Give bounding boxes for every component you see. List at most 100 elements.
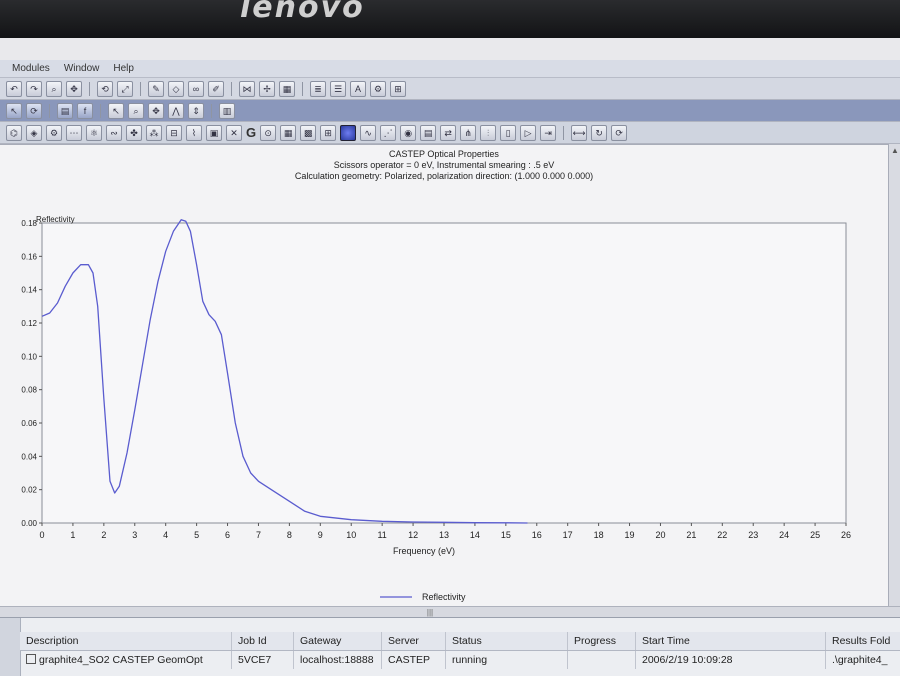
list-icon[interactable]: ≣ [310,80,326,97]
function-icon[interactable]: f [77,102,93,119]
move-icon[interactable]: ✥ [66,80,82,97]
layout-icon[interactable]: ⊞ [390,80,406,97]
build-icon[interactable]: ⌬ [6,124,22,141]
column-status[interactable]: Status [446,632,568,650]
scale-icon[interactable]: ⇕ [188,102,204,119]
vertical-scrollbar[interactable]: ▲ [888,144,900,606]
chess-icon[interactable]: ▩ [300,124,317,141]
table-row[interactable]: graphite4_SO2 CASTEP GeomOpt 5VCE7 local… [20,651,900,669]
column-results-folder[interactable]: Results Fold [826,632,900,650]
plot-area [41,222,847,524]
surface-icon[interactable]: ⊟ [166,124,182,141]
disc-icon[interactable]: ◉ [400,124,417,141]
y-tick-label: 0.10 [21,352,37,361]
layer-icon[interactable]: ▣ [206,124,222,141]
molecule-icon[interactable]: ⚛ [86,124,102,141]
scroll-grip-icon[interactable]: ||| [420,608,440,617]
export-icon[interactable]: ⇥ [540,124,557,141]
toolbar-separator [89,81,90,96]
chart-icon[interactable]: ▥ [219,102,235,119]
job-progress [568,651,636,669]
mesh-icon[interactable]: ⊞ [320,124,337,141]
magnify-icon[interactable]: ⌕ [128,102,144,119]
link-icon[interactable]: ∞ [188,80,204,97]
x-tick-label: 18 [594,530,604,540]
column-gateway[interactable]: Gateway [294,632,382,650]
polymer-icon[interactable]: ⌇ [186,124,202,141]
legend-label: Reflectivity [422,592,466,602]
sphere-icon[interactable] [340,124,357,141]
job-gateway: localhost:18888 [294,651,382,669]
pencil-icon[interactable]: ✎ [148,80,164,97]
reflectivity-chart: 0.000.020.040.060.080.100.120.140.160.18… [21,215,851,602]
gear-icon[interactable]: ⚙ [46,124,62,141]
dynamics-icon[interactable]: ⋔ [460,124,477,141]
transform-icon[interactable]: ✕ [226,124,242,141]
x-tick-label: 6 [225,530,230,540]
column-progress[interactable]: Progress [568,632,636,650]
column-server[interactable]: Server [382,632,446,650]
arrow-icon[interactable]: ↖ [6,102,22,119]
target-icon[interactable]: ⊙ [260,124,277,141]
matrix-icon[interactable]: ▦ [280,124,297,141]
reload-icon[interactable]: ⟳ [611,124,628,141]
peak-icon[interactable]: ⋀ [168,102,184,119]
select-icon[interactable]: ↖ [108,102,124,119]
column-description[interactable]: Description [20,632,232,650]
toolbar-modules: ⌬ ◈ ⚙ ⋯ ⚛ ∾ ✤ ⁂ ⊟ ⌇ ▣ ✕ G ⊙ ▦ ▩ ⊞ ∿ ⋰ ◉ … [0,122,900,144]
y-tick-label: 0.06 [21,419,37,428]
bonds-icon[interactable]: ✢ [259,80,275,97]
job-checkbox[interactable] [26,654,36,664]
castep-g-icon[interactable]: G [246,125,256,140]
settings-icon[interactable]: ⚙ [370,80,386,97]
jobs-table-header: Description Job Id Gateway Server Status… [20,632,900,651]
spreadsheet-icon[interactable]: ▤ [420,124,437,141]
redo-icon[interactable]: ↷ [26,80,42,97]
rotate-icon[interactable]: ⟳ [26,102,42,119]
diffraction-icon[interactable]: ⋰ [380,124,397,141]
job-results-folder: .\graphite4_ [832,654,888,666]
document-icon[interactable]: ▯ [500,124,517,141]
text-style-icon[interactable]: A [350,80,366,97]
column-start-time[interactable]: Start Time [636,632,826,650]
bond-icon[interactable]: ∾ [106,124,122,141]
loop-icon[interactable]: ↻ [591,124,608,141]
reset-view-icon[interactable]: ⟲ [97,80,113,97]
job-status: running [446,651,568,669]
wave-icon[interactable]: ∿ [360,124,377,141]
grid-icon[interactable]: ▦ [279,80,295,97]
filter-icon[interactable]: ⫶ [480,124,497,141]
undo-icon[interactable]: ↶ [6,80,22,97]
play-icon[interactable]: ▷ [520,124,537,141]
dots-icon[interactable]: ⋯ [66,124,82,141]
lines-icon[interactable]: ☰ [330,80,346,97]
menu-window[interactable]: Window [64,63,100,74]
x-tick-label: 26 [841,530,851,540]
jobs-table: Description Job Id Gateway Server Status… [20,632,900,669]
x-tick-label: 7 [256,530,261,540]
column-job-id[interactable]: Job Id [232,632,294,650]
y-tick-label: 0.12 [21,319,37,328]
lattice-icon[interactable]: ⁂ [146,124,162,141]
pen-icon[interactable]: ✐ [208,80,224,97]
shape-icon[interactable]: ◇ [168,80,184,97]
job-start-time: 2006/2/19 10:09:28 [636,651,826,669]
jobs-panel: Description Job Id Gateway Server Status… [0,617,900,676]
crystal-icon[interactable]: ◈ [26,124,42,141]
y-tick-label: 0.02 [21,486,37,495]
x-tick-label: 22 [717,530,727,540]
sync-icon[interactable]: ⇄ [440,124,457,141]
navigate-icon[interactable]: ⟷ [571,124,588,141]
zoom-icon[interactable]: ⌕ [46,80,62,97]
job-server: CASTEP [382,651,446,669]
table-icon[interactable]: ▤ [57,102,73,119]
y-tick-label: 0.00 [21,519,37,528]
scroll-up-icon[interactable]: ▲ [890,146,900,156]
pan-icon[interactable]: ✥ [148,102,164,119]
atoms-icon[interactable]: ⋈ [239,80,255,97]
menu-modules[interactable]: Modules [12,63,50,74]
menu-help[interactable]: Help [113,63,134,74]
cluster-icon[interactable]: ✤ [126,124,142,141]
y-tick-label: 0.14 [21,286,37,295]
fit-view-icon[interactable]: ⤢ [117,80,133,97]
